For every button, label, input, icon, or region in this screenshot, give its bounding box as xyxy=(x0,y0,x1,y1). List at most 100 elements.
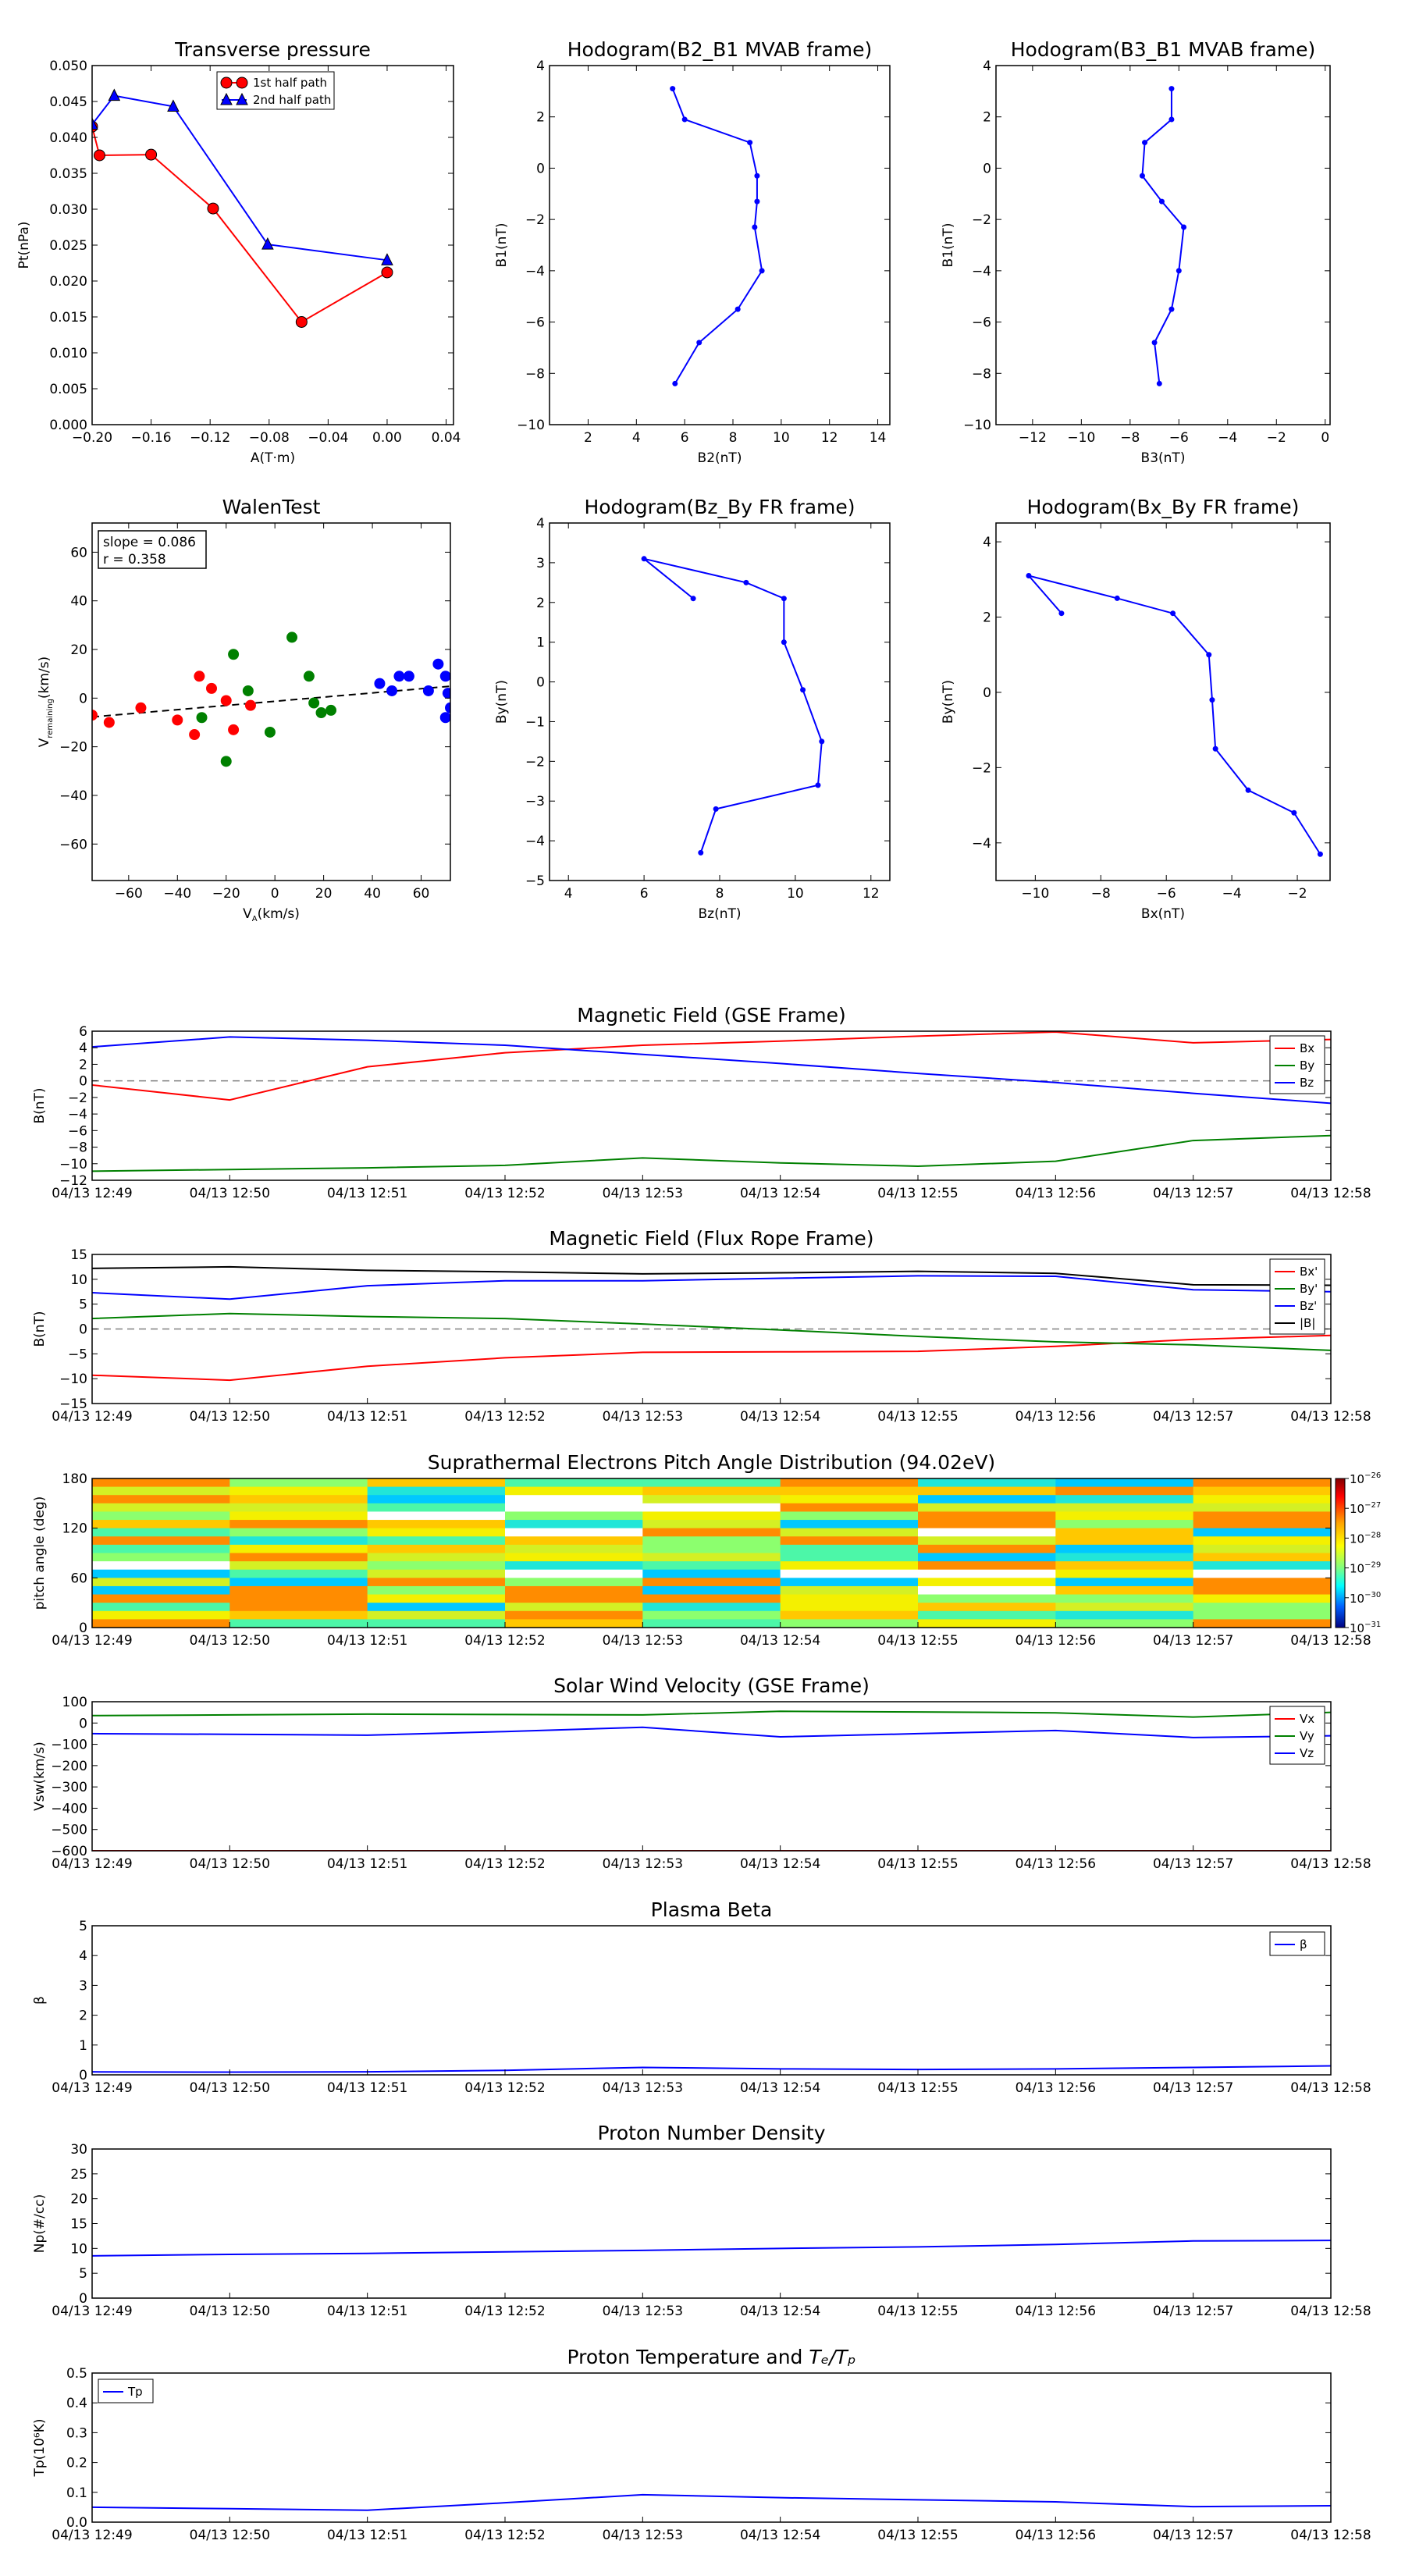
data-point xyxy=(754,173,760,179)
x-tick-label: 04/13 12:56 xyxy=(1016,1409,1096,1425)
y-tick-label: 0 xyxy=(536,675,545,691)
y-tick-label: 0 xyxy=(983,685,991,701)
heatmap-cell xyxy=(229,1503,368,1513)
x-tick-label: 04/13 12:52 xyxy=(464,2304,545,2319)
heatmap-cell xyxy=(780,1553,919,1562)
scatter-point xyxy=(403,671,414,682)
heatmap-cell xyxy=(367,1603,506,1612)
y-tick-label: −400 xyxy=(51,1801,87,1816)
x-tick-label: −0.16 xyxy=(131,430,172,446)
x-tick-label: 4 xyxy=(564,886,573,902)
pad-ylabel: pitch angle (deg) xyxy=(32,1496,48,1610)
heatmap-cell xyxy=(505,1503,643,1513)
heatmap-cell xyxy=(1193,1486,1332,1496)
series-line-|B| xyxy=(92,1265,1331,1286)
np-ylabel: Np(#/cc) xyxy=(32,2194,48,2253)
heatmap-cell xyxy=(1055,1536,1194,1546)
heatmap-cell xyxy=(1193,1520,1332,1529)
panel-hodo1: 2 4 6 8 10 12 14 −10 −8 −6 −4 −2 0 2 4 Hodogram(B2_B1 M… xyxy=(494,38,891,466)
legend: Bx' By' Bz' |B| xyxy=(1269,1258,1325,1335)
x-tick-label: 04/13 12:51 xyxy=(327,1409,407,1425)
heatmap-cell xyxy=(1055,1495,1194,1504)
vsw-frame xyxy=(91,1701,1332,1852)
heatmap-cell xyxy=(367,1528,506,1537)
y-tick-label: 60 xyxy=(70,1571,87,1586)
heatmap-cell xyxy=(367,1619,506,1628)
bgse-frame xyxy=(91,1030,1332,1181)
colorbar-label: 10−29 xyxy=(1350,1561,1381,1576)
heatmap-cell xyxy=(1055,1553,1194,1562)
data-point xyxy=(819,738,825,745)
x-tick-label: 12 xyxy=(821,430,838,446)
colorbar xyxy=(1335,1478,1346,1628)
x-tick-label: 04/13 12:56 xyxy=(1016,2304,1096,2319)
y-tick-label: −2 xyxy=(68,1091,87,1106)
x-tick-label: 04/13 12:58 xyxy=(1290,1856,1371,1872)
y-tick-label: −10 xyxy=(517,418,545,433)
y-tick-label: 100 xyxy=(62,1695,87,1710)
data-point xyxy=(207,202,219,215)
colorbar-label: 10−26 xyxy=(1350,1471,1381,1486)
x-tick-label: 04/13 12:54 xyxy=(740,2080,820,2096)
x-tick-label: 04/13 12:54 xyxy=(740,2528,820,2543)
hodo3-ylabel: By(nT) xyxy=(494,680,510,724)
data-point xyxy=(713,806,719,812)
heatmap-cell xyxy=(505,1578,643,1587)
heatmap-cell xyxy=(367,1553,506,1562)
data-point xyxy=(696,340,702,346)
heatmap-cell xyxy=(505,1520,643,1529)
heatmap-cell xyxy=(229,1561,368,1571)
y-tick-label: 0 xyxy=(536,161,545,176)
heatmap-cell xyxy=(92,1553,230,1562)
series-line-0 xyxy=(671,88,763,384)
stats-box: slope = 0.086 r = 0.358 xyxy=(98,530,207,569)
heatmap-cell xyxy=(1055,1578,1194,1587)
scatter-point xyxy=(228,649,240,660)
heatmap-cell xyxy=(780,1478,919,1488)
data-point xyxy=(93,149,105,162)
y-tick-label: 1 xyxy=(79,2038,87,2054)
hodo2-title: Hodogram(B3_B1 MVAB frame) xyxy=(1011,38,1316,61)
heatmap-cell xyxy=(505,1544,643,1554)
pt-xlabel: A(T·m) xyxy=(251,450,295,466)
y-tick-label: 15 xyxy=(70,2217,87,2233)
x-tick-label: 40 xyxy=(364,886,381,902)
y-tick-label: 0.015 xyxy=(49,310,87,326)
x-tick-label: 04/13 12:57 xyxy=(1153,2080,1233,2096)
y-tick-label: 2 xyxy=(79,2008,87,2024)
legend-marker xyxy=(220,76,233,89)
hodo1-frame xyxy=(549,65,891,425)
pt-ylabel: Pt(nPa) xyxy=(16,222,32,269)
legend-label: Vy xyxy=(1300,1729,1314,1743)
beta-ylabel: β xyxy=(32,1996,48,2005)
heatmap-cell xyxy=(1193,1561,1332,1571)
heatmap-cell xyxy=(505,1561,643,1571)
scatter-point xyxy=(286,632,298,643)
y-tick-label: 3 xyxy=(79,1978,87,1994)
heatmap-cell xyxy=(92,1594,230,1603)
y-tick-label: 2 xyxy=(983,610,991,626)
y-tick-label: 0.005 xyxy=(49,382,87,397)
y-tick-label: 4 xyxy=(983,59,991,74)
scatter-point xyxy=(442,688,450,699)
y-tick-label: 0.010 xyxy=(49,346,87,361)
heatmap-cell xyxy=(1193,1619,1332,1628)
hodo1-ylabel: B1(nT) xyxy=(494,223,510,268)
x-tick-label: 04/13 12:49 xyxy=(52,2304,132,2319)
y-tick-label: −4 xyxy=(972,836,991,852)
heatmap-cell xyxy=(92,1585,230,1596)
x-tick-label: 04/13 12:50 xyxy=(190,1633,270,1649)
x-tick-label: 04/13 12:54 xyxy=(740,1409,820,1425)
heatmap-cell xyxy=(505,1610,643,1620)
data-point xyxy=(1156,380,1162,386)
data-point xyxy=(800,687,806,693)
scatter-point xyxy=(244,699,256,711)
scatter-point xyxy=(220,695,232,706)
y-tick-label: −300 xyxy=(51,1780,87,1795)
heatmap-cell xyxy=(642,1478,781,1488)
x-tick-label: 60 xyxy=(413,886,430,902)
heatmap-cell xyxy=(505,1619,643,1628)
x-tick-label: −0.04 xyxy=(308,430,348,446)
y-tick-label: 20 xyxy=(70,642,87,658)
scatter-point xyxy=(135,702,147,713)
